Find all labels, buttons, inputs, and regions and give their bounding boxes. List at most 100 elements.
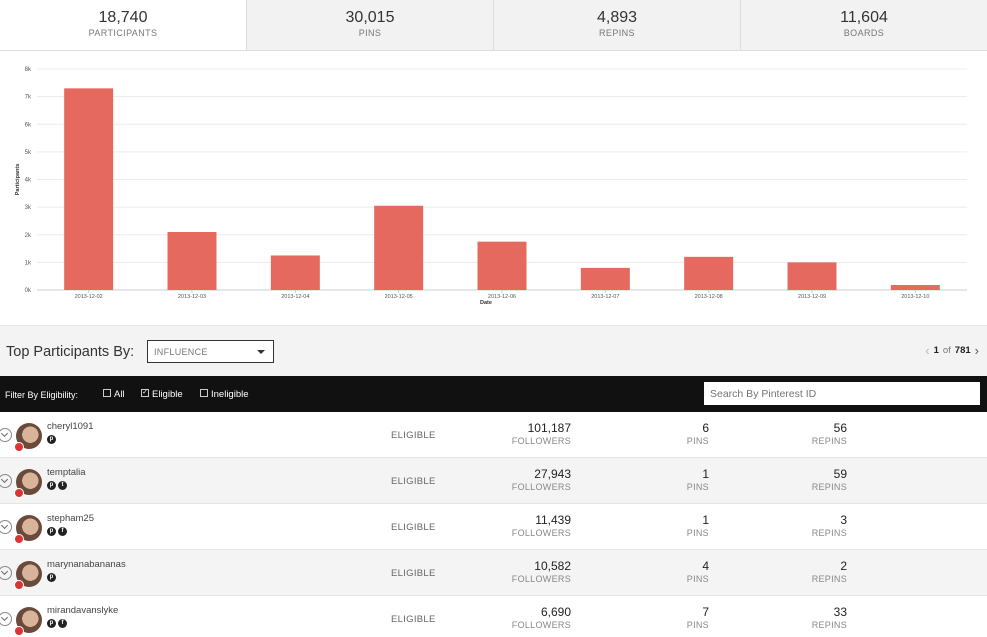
social-icons: pf — [47, 619, 67, 628]
stat-value: 30,015 — [345, 9, 395, 26]
pins-label: PINS — [686, 620, 709, 630]
filter-eligible-checkbox[interactable]: ✓ Eligible — [141, 388, 183, 400]
followers-value: 27,943 — [534, 467, 571, 481]
repins-value: 56 — [833, 421, 847, 435]
y-tick-label: 7k — [25, 95, 32, 101]
table-row[interactable]: mirandavanslyke pf ELIGIBLE 6,690 FOLLOW… — [0, 596, 987, 637]
bar — [64, 88, 114, 291]
filter-ineligible-checkbox[interactable]: Ineligible — [200, 388, 249, 400]
stat-label: REPINS — [599, 28, 635, 38]
checkbox-icon — [200, 388, 208, 397]
pinterest-icon[interactable]: p — [47, 435, 56, 444]
y-tick-label: 3k — [25, 205, 32, 211]
y-tick-label: 4k — [25, 178, 32, 184]
pins-label: PINS — [686, 482, 709, 492]
expand-chevron-icon[interactable] — [0, 566, 12, 580]
pins-label: PINS — [686, 436, 709, 446]
pinterest-badge-icon — [14, 534, 24, 544]
followers-label: FOLLOWERS — [511, 574, 571, 584]
x-tick-label: 2013-12-10 — [901, 294, 929, 300]
repins-metric: 2 REPINS — [812, 560, 847, 585]
avatar[interactable] — [14, 561, 42, 590]
expand-chevron-icon[interactable] — [0, 612, 12, 626]
chevron-left-icon[interactable]: ‹ — [925, 344, 929, 357]
y-tick-label: 6k — [25, 122, 32, 128]
x-tick-label: 2013-12-07 — [591, 294, 619, 300]
search-input[interactable] — [704, 382, 980, 405]
tab-participants[interactable]: 18,740 PARTICIPANTS — [0, 0, 246, 50]
facebook-icon[interactable]: f — [58, 619, 67, 628]
sort-by-select[interactable]: INFLUENCE — [147, 340, 274, 363]
pinterest-icon[interactable]: p — [47, 527, 56, 536]
repins-label: REPINS — [811, 482, 847, 492]
pins-metric: 7 PINS — [686, 606, 709, 631]
pinterest-icon[interactable]: p — [47, 573, 56, 582]
avatar[interactable] — [14, 607, 42, 636]
repins-label: REPINS — [811, 436, 847, 446]
table-row[interactable]: cheryl1091 p ELIGIBLE 101,187 FOLLOWERS … — [0, 412, 987, 458]
followers-label: FOLLOWERS — [511, 620, 571, 630]
participants-chart: 0k 1k 2k 3k 4k 5k 6k 7k 8k 2013-12-02 2013-12-03 20… — [0, 51, 987, 326]
x-tick-label: 2013-12-08 — [695, 294, 723, 300]
tab-boards[interactable]: 11,604 BOARDS — [740, 0, 987, 50]
filter-option-label: Eligible — [152, 389, 183, 400]
filter-label: Filter By Eligibility: — [5, 390, 79, 400]
filter-option-label: Ineligible — [211, 389, 249, 400]
tab-pins[interactable]: 30,015 PINS — [246, 0, 493, 50]
filter-all-checkbox[interactable]: All — [103, 388, 125, 400]
social-icons: pt — [47, 481, 67, 490]
x-tick-label: 2013-12-04 — [281, 294, 309, 300]
pinterest-badge-icon — [14, 488, 24, 498]
followers-value: 6,690 — [540, 605, 571, 619]
pins-metric: 6 PINS — [686, 422, 709, 447]
username[interactable]: marynanabananas — [47, 559, 126, 570]
select-value: INFLUENCE — [154, 347, 208, 357]
pagination: ‹ 1 of 781 › — [925, 344, 979, 357]
repins-metric: 33 REPINS — [812, 605, 847, 631]
followers-label: FOLLOWERS — [511, 528, 571, 538]
avatar[interactable] — [14, 469, 42, 498]
x-tick-label: 2013-12-02 — [75, 294, 103, 300]
tab-repins[interactable]: 4,893 REPINS — [493, 0, 740, 50]
username[interactable]: mirandavanslyke — [47, 605, 118, 616]
status-badge: ELIGIBLE — [391, 430, 436, 441]
table-row[interactable]: temptalia pt ELIGIBLE 27,943 FOLLOWERS 1… — [0, 458, 987, 504]
x-tick-label: 2013-12-03 — [178, 294, 206, 300]
table-row[interactable]: stepham25 pf ELIGIBLE 11,439 FOLLOWERS 1… — [0, 504, 987, 550]
social-icons: p — [47, 435, 56, 444]
twitter-icon[interactable]: t — [58, 481, 67, 490]
followers-metric: 10,582 FOLLOWERS — [511, 560, 571, 585]
pinterest-icon[interactable]: p — [47, 481, 56, 490]
chevron-right-icon[interactable]: › — [975, 344, 979, 357]
avatar[interactable] — [14, 515, 42, 544]
table-row[interactable]: marynanabananas p ELIGIBLE 10,582 FOLLOW… — [0, 550, 987, 596]
username[interactable]: temptalia — [47, 467, 86, 478]
status-badge: ELIGIBLE — [391, 614, 436, 625]
pins-value: 1 — [702, 467, 709, 481]
bar — [477, 241, 527, 290]
facebook-icon[interactable]: f — [58, 527, 67, 536]
stat-label: PARTICIPANTS — [88, 28, 158, 38]
followers-metric: 27,943 FOLLOWERS — [512, 467, 571, 493]
pinterest-icon[interactable]: p — [47, 619, 56, 628]
username[interactable]: stepham25 — [47, 513, 94, 524]
bar — [374, 205, 424, 290]
repins-value: 33 — [833, 605, 847, 619]
stat-label: PINS — [358, 28, 382, 38]
status-badge: ELIGIBLE — [391, 568, 436, 579]
repins-metric: 3 REPINS — [812, 514, 847, 539]
expand-chevron-icon[interactable] — [0, 428, 12, 442]
y-tick-label: 8k — [25, 67, 32, 73]
page-total: 781 — [954, 345, 971, 356]
pins-label: PINS — [686, 528, 709, 538]
avatar[interactable] — [14, 423, 42, 452]
expand-chevron-icon[interactable] — [0, 520, 12, 534]
pins-label: PINS — [686, 574, 709, 584]
bar — [787, 262, 837, 290]
y-tick-label: 5k — [25, 150, 32, 156]
username[interactable]: cheryl1091 — [47, 421, 93, 432]
status-badge: ELIGIBLE — [391, 522, 436, 533]
bar — [684, 256, 734, 290]
expand-chevron-icon[interactable] — [0, 474, 12, 488]
pins-metric: 4 PINS — [686, 560, 709, 585]
